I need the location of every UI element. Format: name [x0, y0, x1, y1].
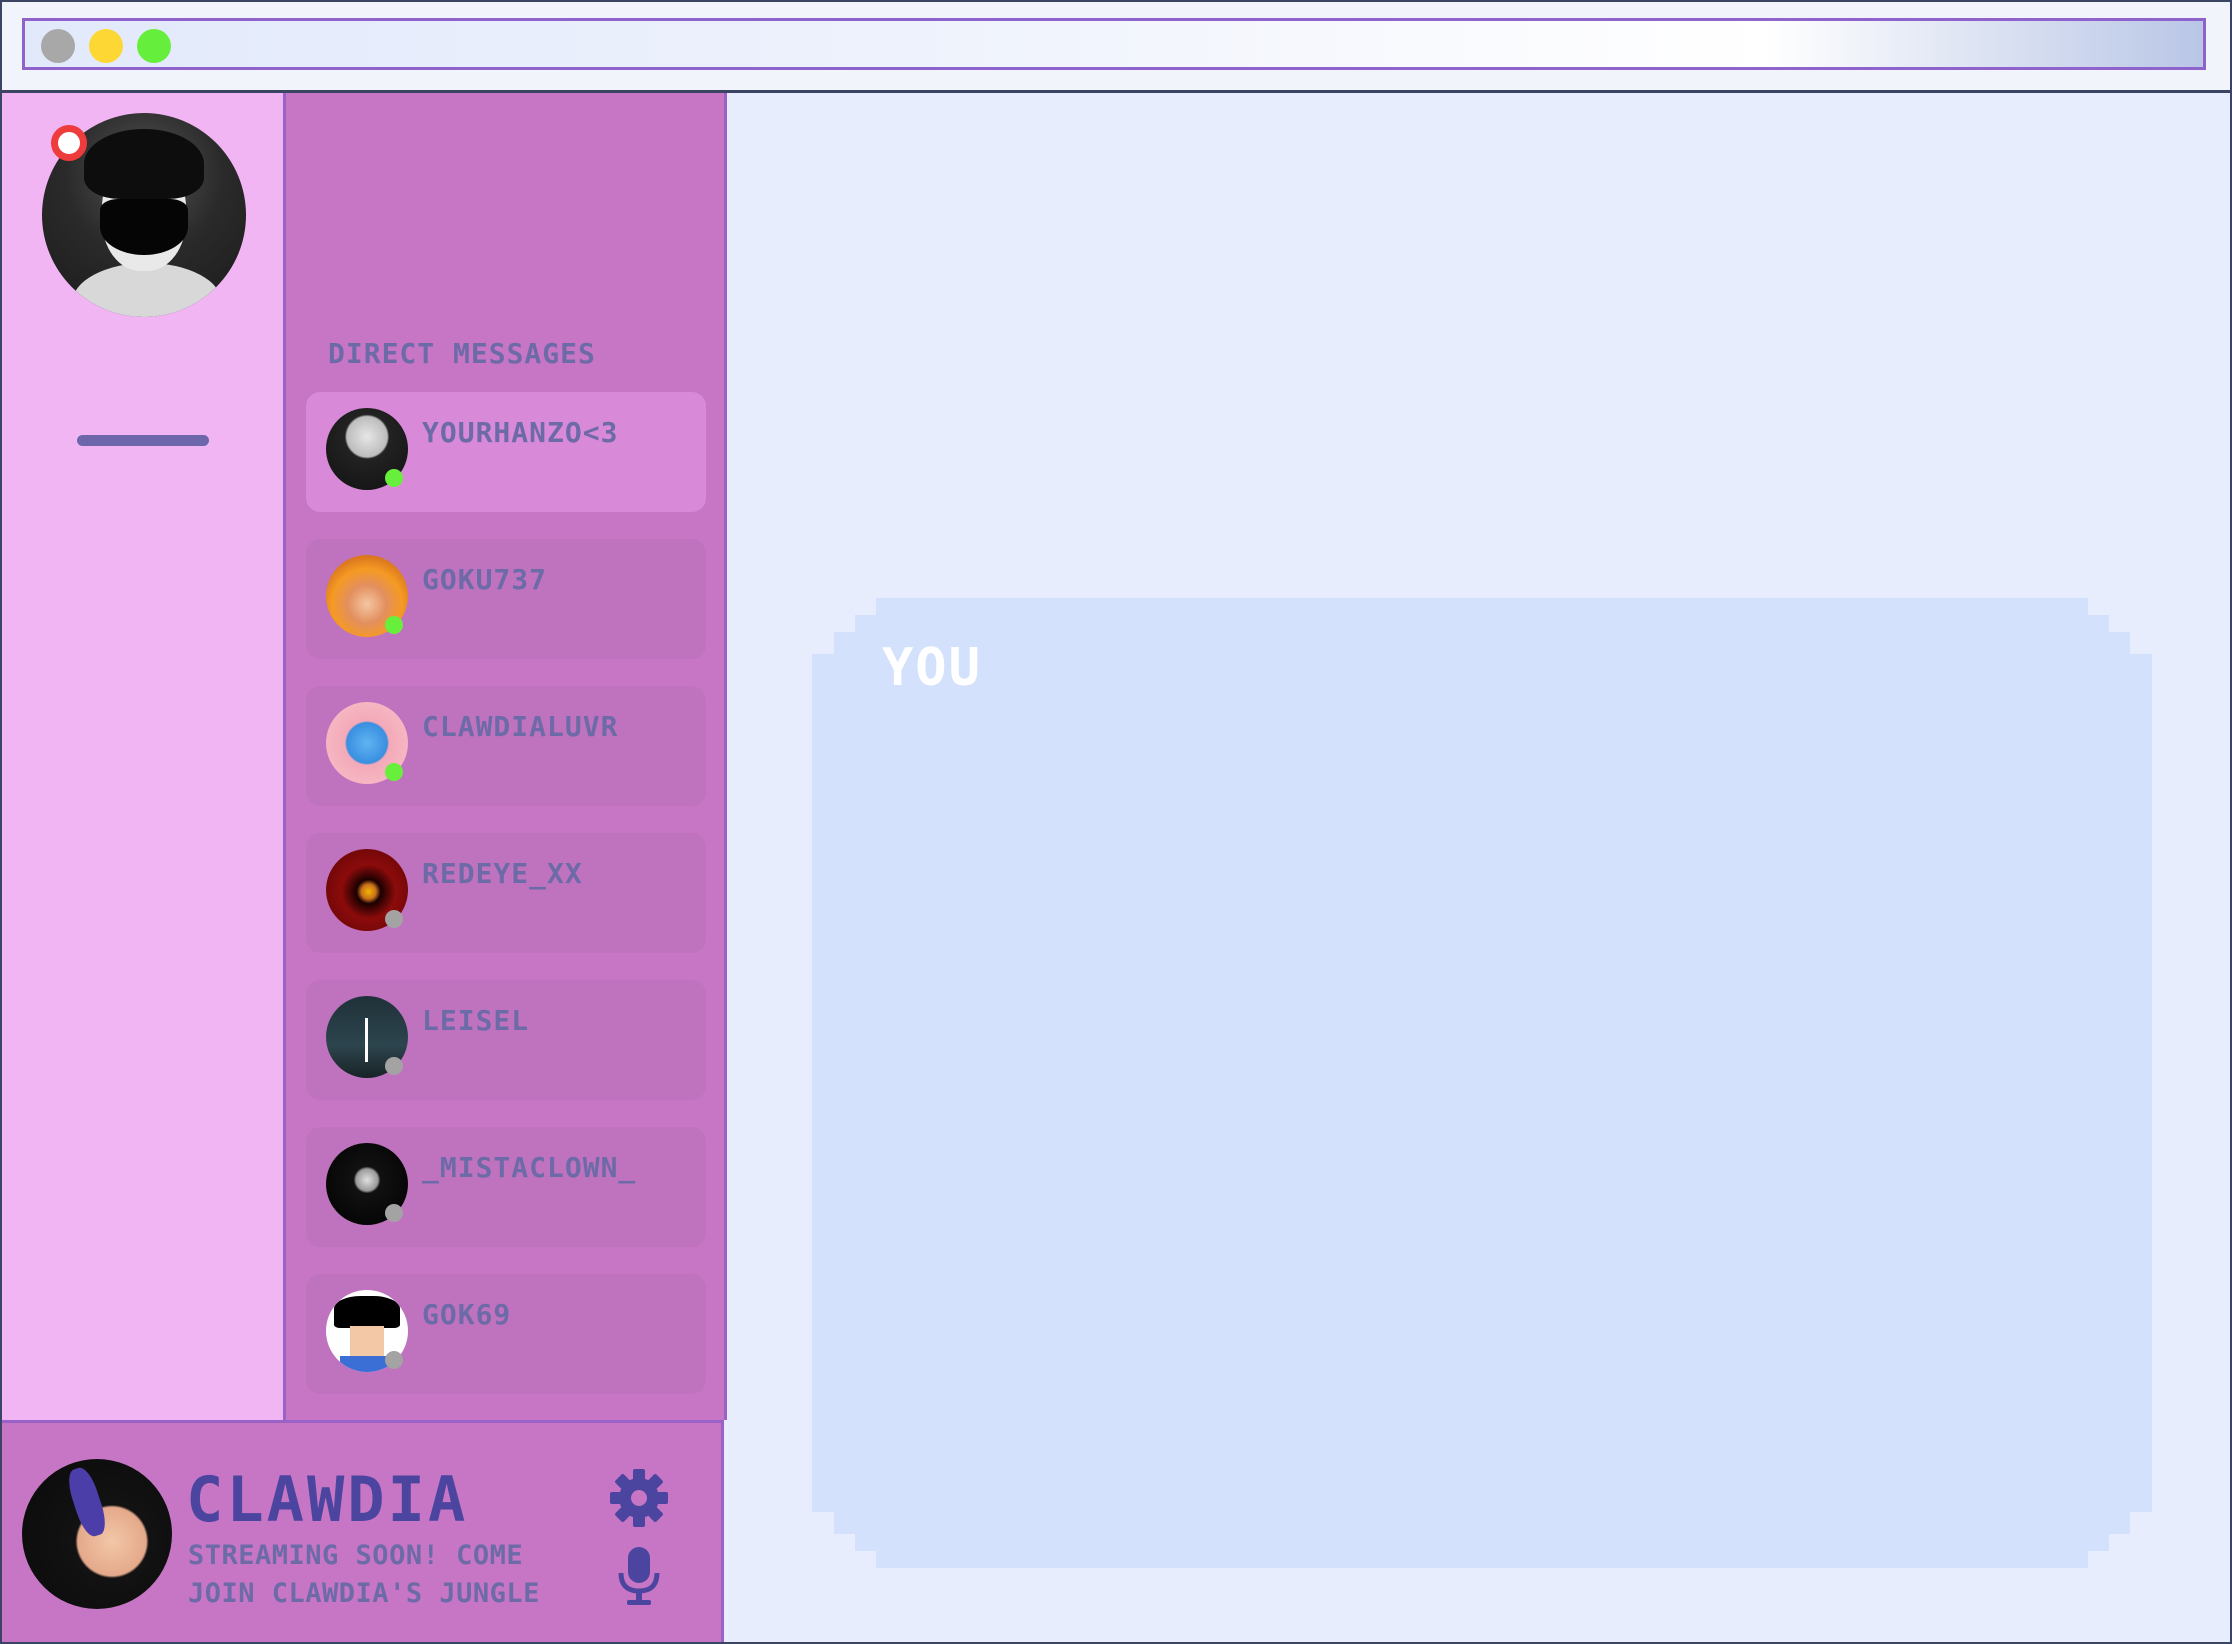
status-online-indicator: [385, 469, 403, 487]
microphone-icon[interactable]: [616, 1545, 662, 1607]
dm-item-yourhanzo[interactable]: YOURHANZO<3: [306, 392, 706, 512]
dm-item-mistaclown[interactable]: _MISTACLOWN_: [306, 1127, 706, 1247]
dm-item-clawdialuvr[interactable]: CLAWDIALUVR: [306, 686, 706, 806]
avatar-hair: [334, 1296, 400, 1328]
gear-icon[interactable]: [610, 1469, 668, 1527]
server-sidebar: [2, 93, 286, 1420]
user-name: CLAWDIA: [186, 1463, 469, 1536]
chat-area: [727, 93, 2230, 1642]
message-panel: [812, 598, 2152, 1568]
avatar-mask: [100, 199, 188, 255]
address-bar[interactable]: [22, 18, 2206, 70]
dm-item-gok69[interactable]: GOK69: [306, 1274, 706, 1394]
dm-sidebar: DIRECT MESSAGES YOURHANZO<3 GOKU737 CLAW…: [286, 93, 727, 1420]
status-offline-indicator: [385, 1351, 403, 1369]
status-offline-indicator: [385, 910, 403, 928]
status-offline-indicator: [385, 1204, 403, 1222]
dm-item-leisel[interactable]: LEISEL: [306, 980, 706, 1100]
dm-item-redeye[interactable]: REDEYE_XX: [306, 833, 706, 953]
dm-name: GOK69: [422, 1298, 512, 1331]
dm-name: CLAWDIALUVR: [422, 710, 619, 743]
user-profile-panel: CLAWDIA STREAMING SOON! COME JOIN CLAWDI…: [2, 1420, 724, 1642]
status-online-indicator: [385, 763, 403, 781]
message-author-label: YOU: [882, 638, 982, 698]
minimize-window-button[interactable]: [89, 29, 123, 63]
server-selected-indicator: [77, 435, 209, 446]
notification-badge: [51, 125, 87, 161]
dm-name: _MISTACLOWN_: [422, 1151, 637, 1184]
close-window-button[interactable]: [41, 29, 75, 63]
user-avatar[interactable]: [22, 1459, 172, 1609]
status-offline-indicator: [385, 1057, 403, 1075]
dm-name: REDEYE_XX: [422, 857, 583, 890]
dm-name: GOKU737: [422, 563, 548, 596]
app-window: DIRECT MESSAGES YOURHANZO<3 GOKU737 CLAW…: [0, 0, 2232, 1644]
dm-name: LEISEL: [422, 1004, 530, 1037]
maximize-window-button[interactable]: [137, 29, 171, 63]
avatar-figure: [365, 1018, 368, 1062]
avatar-hair-streak: [63, 1464, 111, 1540]
dm-header: DIRECT MESSAGES: [328, 337, 596, 370]
avatar-body: [72, 263, 222, 317]
status-online-indicator: [385, 616, 403, 634]
dm-item-goku737[interactable]: GOKU737: [306, 539, 706, 659]
avatar-face: [350, 1326, 384, 1356]
dm-name: YOURHANZO<3: [422, 416, 619, 449]
avatar-hair: [84, 129, 204, 199]
user-status: STREAMING SOON! COME JOIN CLAWDIA'S JUNG…: [188, 1540, 540, 1609]
title-bar: [2, 2, 2230, 93]
